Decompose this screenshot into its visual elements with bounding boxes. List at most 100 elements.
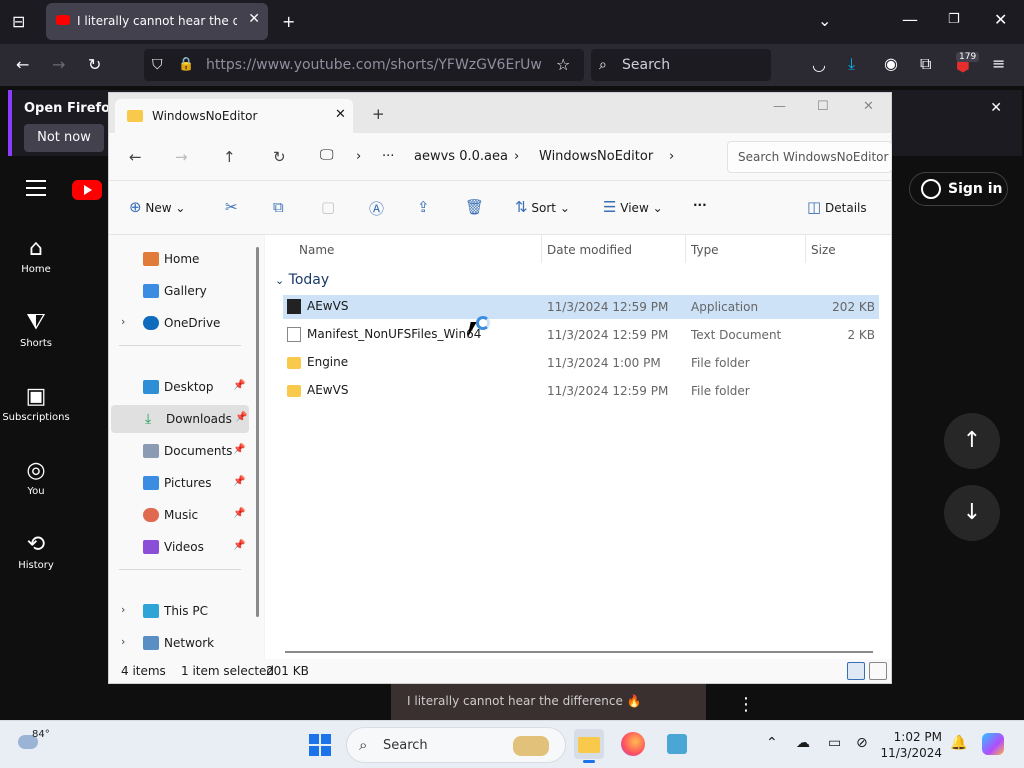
view-button[interactable]: ☰ View ⌄ xyxy=(603,198,663,216)
column-header-size[interactable]: Size xyxy=(811,243,836,257)
pin-icon[interactable]: 📌 xyxy=(233,380,245,391)
chevron-right-icon[interactable]: › xyxy=(121,603,125,616)
close-window-icon[interactable]: ✕ xyxy=(863,99,874,114)
nav-pane-scrollbar[interactable] xyxy=(256,247,259,617)
hamburger-menu-icon[interactable] xyxy=(26,180,46,201)
column-header-date[interactable]: Date modified xyxy=(547,243,632,257)
chevron-right-icon[interactable]: › xyxy=(356,149,361,164)
previous-short-button[interactable]: ↑ xyxy=(944,413,1000,469)
cloud-offline-icon[interactable]: ☁ xyxy=(796,735,810,751)
close-tab-icon[interactable]: ✕ xyxy=(248,11,260,27)
not-now-button[interactable]: Not now xyxy=(24,124,104,152)
explorer-search-input[interactable]: Search WindowsNoEditor xyxy=(727,141,892,173)
url-text[interactable]: https://www.youtube.com/shorts/YFWzGV6Er… xyxy=(206,57,542,73)
this-pc-icon[interactable]: 🖵 xyxy=(320,147,334,163)
bookmark-star-icon[interactable]: ☆ xyxy=(556,57,570,73)
maximize-icon[interactable]: ☐ xyxy=(817,99,829,114)
pin-icon[interactable]: 📌 xyxy=(233,476,245,487)
group-header-today[interactable]: ⌄ Today xyxy=(275,272,329,288)
pin-icon[interactable]: 📌 xyxy=(233,444,245,455)
url-bar[interactable]: ⛉ 🔒 https://www.youtube.com/shorts/YFWzG… xyxy=(144,49,584,81)
pin-icon[interactable]: 📌 xyxy=(235,412,247,423)
ellipsis-icon[interactable]: ··· xyxy=(382,149,394,164)
extensions-icon[interactable]: ⧉ xyxy=(920,56,931,72)
app-taskbar-icon[interactable] xyxy=(662,729,692,759)
next-short-button[interactable]: ↓ xyxy=(944,485,1000,541)
delete-button[interactable]: 🗑 xyxy=(465,198,484,216)
chevron-right-icon[interactable]: › xyxy=(121,635,125,648)
nav-item-downloads[interactable]: ⤓ Downloads 📌 xyxy=(111,405,249,433)
column-header-type[interactable]: Type xyxy=(691,243,719,257)
browser-tab[interactable]: I literally cannot hear the difference ✕ xyxy=(46,3,268,40)
breadcrumb-item[interactable]: WindowsNoEditor xyxy=(539,149,653,164)
sign-in-button[interactable]: Sign in xyxy=(909,172,1008,206)
refresh-icon[interactable]: ↻ xyxy=(273,148,286,166)
chevron-right-icon[interactable]: › xyxy=(121,315,125,328)
close-window-icon[interactable]: ✕ xyxy=(994,12,1007,28)
firefox-taskbar-icon[interactable] xyxy=(618,729,648,759)
shorts-video[interactable]: I literally cannot hear the difference 🔥 xyxy=(391,684,706,720)
restore-icon[interactable]: ❐ xyxy=(948,12,960,28)
cut-button[interactable]: ✂ xyxy=(225,198,238,216)
tiles-view-button[interactable] xyxy=(869,662,887,680)
new-button[interactable]: ⊕ New ⌄ xyxy=(129,198,185,216)
breadcrumb-item[interactable]: aewvs 0.0.aea xyxy=(414,149,508,164)
explorer-tab[interactable]: WindowsNoEditor ✕ xyxy=(115,99,353,133)
display-icon[interactable]: ▭ xyxy=(828,735,841,751)
network-icon[interactable]: ⊘ xyxy=(856,735,868,751)
copilot-icon[interactable] xyxy=(982,733,1004,755)
column-separator[interactable] xyxy=(685,235,686,263)
sidebar-item-shorts[interactable]: ⧨ Shorts xyxy=(0,310,72,349)
clock[interactable]: 1:02 PM 11/3/2024 xyxy=(880,729,942,761)
close-tab-icon[interactable]: ✕ xyxy=(335,107,346,122)
up-icon[interactable]: ↑ xyxy=(223,148,236,166)
nav-item-network[interactable]: › Network xyxy=(109,629,247,657)
menu-icon[interactable]: ≡ xyxy=(992,56,1005,72)
reload-icon[interactable]: ↻ xyxy=(88,57,101,73)
pin-icon[interactable]: 📌 xyxy=(233,508,245,519)
nav-item-videos[interactable]: Videos 📌 xyxy=(109,533,247,561)
nav-item-documents[interactable]: Documents 📌 xyxy=(109,437,247,465)
file-row[interactable]: AEwVS 11/3/2024 12:59 PM Application 202… xyxy=(283,295,879,319)
minimize-icon[interactable]: — xyxy=(902,12,918,28)
lock-icon[interactable]: 🔒 xyxy=(178,57,194,73)
pin-icon[interactable]: 📌 xyxy=(233,540,245,551)
nav-item-onedrive[interactable]: › OneDrive xyxy=(109,309,247,337)
copy-button[interactable]: ⧉ xyxy=(273,198,284,216)
details-view-button[interactable] xyxy=(847,662,865,680)
sidebar-item-subscriptions[interactable]: ▣ Subscriptions xyxy=(0,384,72,423)
share-button[interactable]: ⇪ xyxy=(417,198,430,216)
rename-button[interactable]: Ⓐ xyxy=(369,198,384,219)
back-icon[interactable]: ← xyxy=(16,57,29,73)
chevron-up-icon[interactable]: ⌃ xyxy=(766,735,778,751)
sort-button[interactable]: ⇅ Sort ⌄ xyxy=(515,198,570,216)
download-icon[interactable]: ⤓ xyxy=(848,56,855,72)
pocket-icon[interactable]: ◡ xyxy=(812,57,826,73)
chevron-right-icon[interactable]: › xyxy=(669,149,674,164)
nav-item-this-pc[interactable]: › This PC xyxy=(109,597,247,625)
chevron-down-icon[interactable]: ⌄ xyxy=(818,13,831,29)
tab-list-icon[interactable]: ⊟ xyxy=(12,14,25,30)
details-button[interactable]: ◫ Details xyxy=(807,198,867,216)
shield-icon[interactable]: ⛉ xyxy=(152,57,163,73)
new-tab-icon[interactable]: + xyxy=(372,105,385,123)
nav-item-gallery[interactable]: Gallery xyxy=(109,277,247,305)
forward-icon[interactable]: → xyxy=(175,148,188,166)
browser-search-bar[interactable]: ⌕ Search xyxy=(591,49,771,81)
taskbar-search[interactable]: ⌕ Search xyxy=(346,727,566,763)
sidebar-item-home[interactable]: ⌂ Home xyxy=(0,236,72,275)
paste-button[interactable]: ▢ xyxy=(321,198,335,216)
forward-icon[interactable]: → xyxy=(52,57,65,73)
sidebar-item-history[interactable]: ⟲ History xyxy=(0,532,72,571)
file-row[interactable]: Manifest_NonUFSFiles_Win64 11/3/2024 12:… xyxy=(283,323,879,347)
column-header-name[interactable]: Name xyxy=(299,243,334,257)
column-separator[interactable] xyxy=(541,235,542,263)
more-options-icon[interactable]: ··· xyxy=(693,198,707,212)
nav-item-pictures[interactable]: Pictures 📌 xyxy=(109,469,247,497)
file-row[interactable]: Engine 11/3/2024 1:00 PM File folder xyxy=(283,351,879,375)
account-icon[interactable]: ◉ xyxy=(884,56,898,72)
youtube-logo[interactable] xyxy=(72,180,102,200)
file-explorer-taskbar-icon[interactable] xyxy=(574,729,604,763)
new-tab-icon[interactable]: + xyxy=(282,14,295,30)
nav-item-desktop[interactable]: Desktop 📌 xyxy=(109,373,247,401)
